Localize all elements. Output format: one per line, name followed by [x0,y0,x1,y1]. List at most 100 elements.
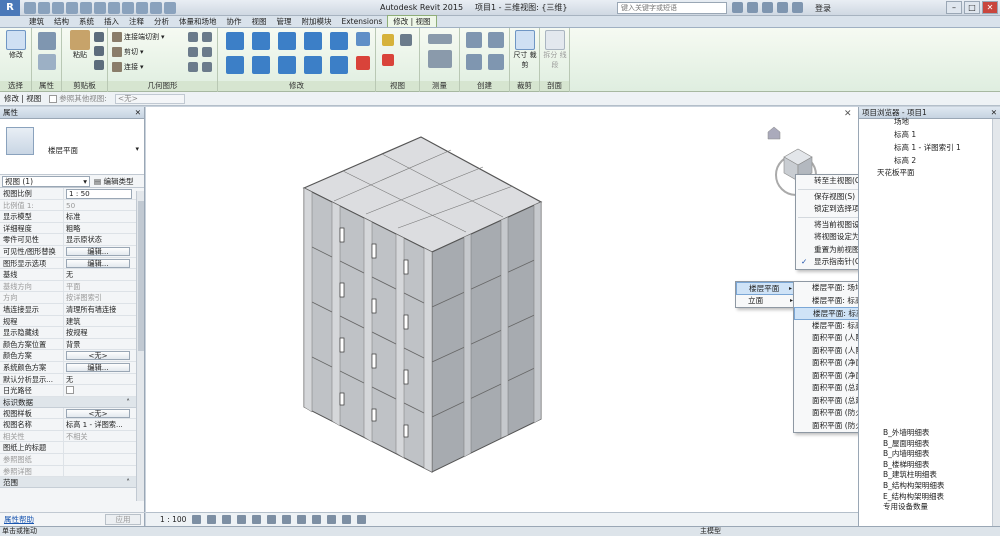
browser-scrollbar[interactable] [992,119,1000,526]
browser-tree-item[interactable]: 场地 [894,116,909,127]
type-selector[interactable]: 楼层平面 ▾ [0,119,144,175]
ribbon-tab[interactable]: 系统 [74,16,99,27]
minimize-button[interactable]: – [946,1,962,14]
close-button[interactable]: ✕ [982,1,998,14]
property-value[interactable]: 1 : 50 [64,188,136,199]
type-properties-icon[interactable] [38,32,56,50]
unjoin-icon[interactable] [202,62,212,72]
ribbon-tab[interactable]: 体量和场地 [174,16,222,27]
linework-icon[interactable] [382,54,394,66]
browser-tree-item[interactable]: 标高 2 [894,155,916,166]
3d-view-icon[interactable] [122,1,134,14]
building-3d-model[interactable] [146,107,858,512]
split-face-icon[interactable] [188,32,198,42]
section-icon[interactable] [136,1,148,14]
browser-tree-item[interactable]: 天花板平面 [877,167,915,178]
property-edit-button[interactable]: 编辑... [66,246,130,256]
login-button[interactable]: 登录 [815,3,831,14]
browser-tree-item[interactable]: 专用设备数量 [883,501,928,512]
communication-icon[interactable] [762,2,773,13]
detail-level-icon[interactable] [192,515,202,524]
orient-menu-item[interactable]: 楼层平面 ▸ [736,282,797,295]
text-icon[interactable] [108,1,120,14]
ribbon-tab[interactable]: 注释 [124,16,149,27]
view-scale[interactable]: 1 : 100 [160,515,186,524]
browser-tree-item[interactable]: 标高 1 [894,129,916,140]
size-crop-button[interactable]: 尺寸 裁剪 [511,30,539,69]
view-selector-dropdown[interactable]: 视图 (1) [2,175,90,187]
properties-help-link[interactable]: 属性帮助 [4,514,34,525]
pin-icon[interactable] [356,32,370,46]
orient-menu-item[interactable]: 立面 ▸ [736,295,797,308]
temp-hide-icon[interactable] [312,515,322,524]
reveal-hidden-icon[interactable] [327,515,337,524]
paste-button[interactable]: 粘贴 [66,30,94,60]
property-edit-button[interactable]: 编辑... [66,258,130,268]
temp-view-props-icon[interactable] [342,515,352,524]
browser-tree-item[interactable]: E_结构构架明细表 [883,491,944,502]
ribbon-tab[interactable]: 建筑 [24,16,49,27]
wall-joins-icon[interactable] [202,47,212,57]
ribbon-tab[interactable]: 修改 | 视图 [387,15,437,27]
property-value[interactable]: 编辑... [64,362,136,373]
property-value[interactable]: 编辑... [64,258,136,269]
match-type-icon[interactable] [94,60,104,70]
extents-section[interactable]: 范围 ˄ [0,477,144,489]
measure-icon[interactable] [94,1,106,14]
property-value[interactable]: <无> [64,350,136,361]
create-group-icon[interactable] [466,54,482,70]
rendering-icon[interactable] [252,515,262,524]
copy-icon[interactable] [252,56,270,74]
beam-join-icon[interactable] [188,62,198,72]
open-icon[interactable] [24,1,36,14]
reference-other-view-checkbox[interactable]: 参照其他视图: [49,93,107,104]
ribbon-tab[interactable]: 插入 [99,16,124,27]
active-workset[interactable]: 主模型 [700,527,721,536]
undo-icon[interactable] [52,1,64,14]
sun-path-icon[interactable] [222,515,232,524]
revit-logo-icon[interactable]: R [0,0,20,16]
visual-style-icon[interactable] [207,515,217,524]
ribbon-tab[interactable]: 结构 [49,16,74,27]
apply-button[interactable]: 应用 [105,514,141,525]
property-edit-button[interactable]: <无> [66,408,130,418]
cut-button[interactable]: 剪切 ▾ [112,47,144,57]
ribbon-tab[interactable]: 分析 [149,16,174,27]
property-value[interactable] [64,385,136,396]
drawing-canvas[interactable]: ✕ [146,107,858,512]
copy-tool-icon[interactable] [94,46,104,56]
create-assembly-icon[interactable] [466,32,482,48]
ribbon-tab[interactable]: 协作 [222,16,247,27]
favorites-icon[interactable] [777,2,788,13]
browser-tree-item[interactable]: B_建筑柱明细表 [883,469,937,480]
array-icon[interactable] [330,56,348,74]
lock-view-icon[interactable] [297,515,307,524]
delete-icon[interactable] [356,56,370,70]
thin-lines-icon[interactable] [150,1,162,14]
browser-tree-item[interactable]: B_结构构架明细表 [883,480,944,491]
properties-icon[interactable] [38,54,56,70]
property-input[interactable]: 1 : 50 [66,189,132,199]
offset-icon[interactable] [252,32,270,50]
property-checkbox[interactable] [66,386,74,395]
rotate-icon[interactable] [278,56,296,74]
identity-data-section[interactable]: 标识数据 ˄ [0,396,144,408]
close-hidden-icon[interactable] [164,1,176,14]
join-cut-button[interactable]: 连接端切割 ▾ [112,32,165,42]
demolish-icon[interactable] [188,47,198,57]
browser-tree-item[interactable]: B_屋面明细表 [883,438,929,449]
modify-button[interactable]: 修改 [2,30,30,60]
maximize-button[interactable]: □ [964,1,980,14]
cut-tool-icon[interactable] [94,32,104,42]
reference-view-dropdown[interactable]: <无> [114,93,185,104]
print-icon[interactable] [80,1,92,14]
aligned-dimension-icon[interactable] [428,50,452,68]
close-icon[interactable]: ✕ [991,107,997,119]
redo-icon[interactable] [66,1,78,14]
hide-in-view-icon[interactable] [382,34,394,46]
browser-tree-item[interactable]: 标高 1 - 详图索引 1 [894,142,961,153]
ribbon-tab[interactable]: 视图 [247,16,272,27]
ribbon-tab[interactable]: 附加模块 [297,16,337,27]
property-edit-button[interactable]: <无> [66,351,130,361]
close-icon[interactable]: ✕ [135,107,141,119]
